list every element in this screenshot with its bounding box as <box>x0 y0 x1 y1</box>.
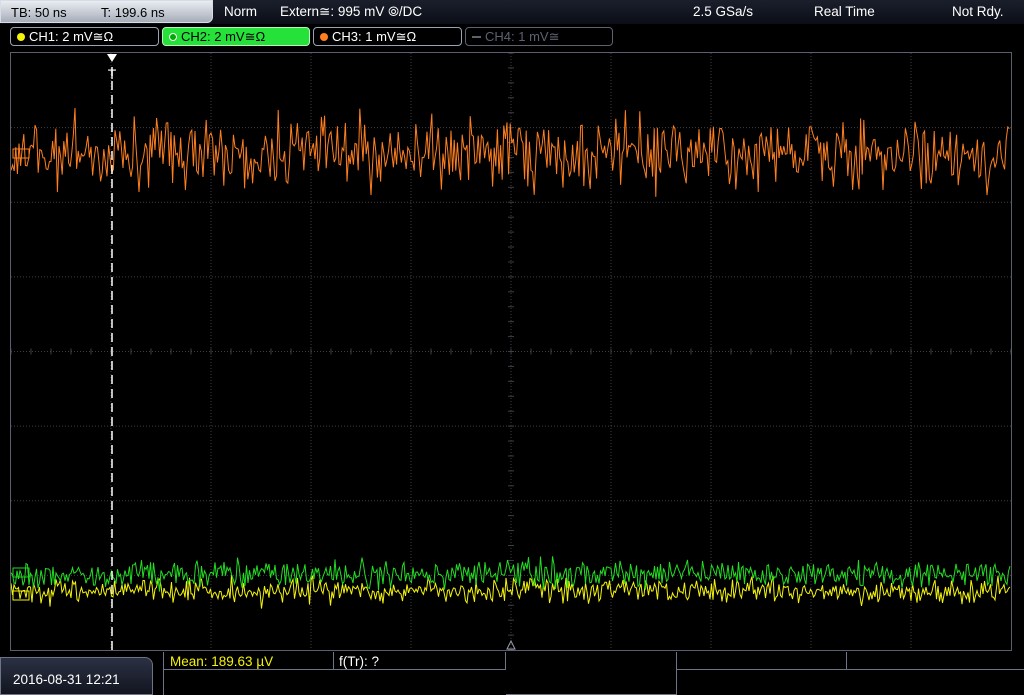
trigger-marker-label: T <box>108 66 117 82</box>
measurement-ftr: f(Tr): ? <box>339 654 379 669</box>
measurement-empty-cell-1[interactable] <box>506 652 677 695</box>
channel-bar: CH1: 2 mV≅Ω CH2: 2 mV≅Ω CH3: 1 mV≅Ω CH4:… <box>0 24 1024 50</box>
sample-rate[interactable]: 2.5 GSa/s <box>693 4 753 19</box>
channel-4-tab[interactable]: CH4: 1 mV≅ <box>465 27 613 46</box>
channel-1-label: CH1: 2 mV≅Ω <box>29 29 114 44</box>
acquisition-mode[interactable]: Norm <box>224 4 257 19</box>
waveform-svg: T <box>11 53 1011 650</box>
channel-4-label: CH4: 1 mV≅ <box>485 29 560 44</box>
timebase-label: TB: 50 ns <box>11 5 67 20</box>
acquisition-realtime[interactable]: Real Time <box>814 4 875 19</box>
channel-4-off-icon <box>472 36 481 38</box>
measurement-empty-cell-2[interactable] <box>677 652 847 670</box>
channel-3-tab[interactable]: CH3: 1 mV≅Ω <box>313 27 462 46</box>
measurement-mean-cell[interactable]: Mean: 189.63 µV <box>164 652 334 670</box>
status-bar: TB: 50 ns T: 199.6 ns Norm Extern≅: 995 … <box>0 0 1024 25</box>
channel-1-tab[interactable]: CH1: 2 mV≅Ω <box>10 27 159 46</box>
channel-2-tab[interactable]: CH2: 2 mV≅Ω <box>162 27 310 46</box>
timestamp-panel: 2016-08-31 12:21 <box>0 657 153 695</box>
trigger-time-label: T: 199.6 ns <box>101 5 165 20</box>
measurement-mean: Mean: 189.63 µV <box>170 654 274 669</box>
measurement-ftr-cell[interactable]: f(Tr): ? <box>334 652 506 670</box>
trigger-position-marker-icon <box>107 54 117 62</box>
waveform-display[interactable]: T <box>10 52 1012 651</box>
trigger-source[interactable]: Extern≅: 995 mV ⦾/DC <box>280 4 422 20</box>
bottom-bar: 2016-08-31 12:21 Mean: 189.63 µV f(Tr): … <box>0 652 1024 695</box>
channel-3-trace <box>11 107 1010 197</box>
timebase-panel[interactable]: TB: 50 ns T: 199.6 ns <box>0 0 213 23</box>
trigger-state: Not Rdy. <box>952 4 1004 19</box>
channel-3-dot-icon <box>320 33 328 41</box>
channel-2-label: CH2: 2 mV≅Ω <box>181 29 266 44</box>
timestamp: 2016-08-31 12:21 <box>13 672 120 687</box>
channel-3-label: CH3: 1 mV≅Ω <box>332 29 417 44</box>
measurement-empty-cell-3[interactable] <box>847 652 1024 670</box>
channel-2-dot-icon <box>169 33 177 41</box>
channel-1-dot-icon <box>17 33 25 41</box>
measurement-panel[interactable]: Mean: 189.63 µV f(Tr): ? <box>163 652 1024 695</box>
